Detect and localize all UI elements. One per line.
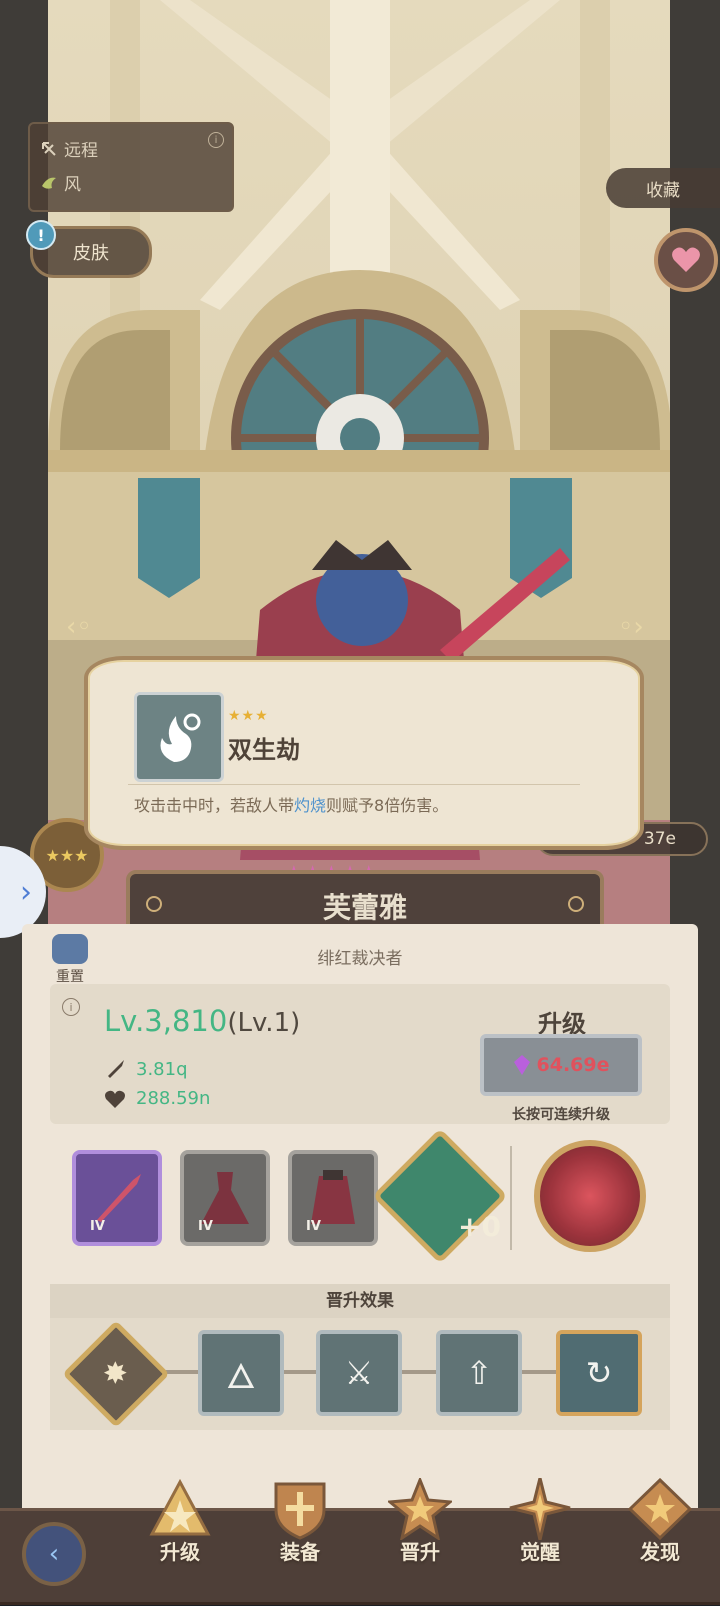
info-icon[interactable]: i [62,998,80,1016]
nav-awaken[interactable]: 觉醒 [495,1478,585,1565]
skill-desc-text: 攻击击中时，若敌人带 [134,796,295,815]
hp-stat: 288.59n [104,1088,210,1109]
heart-icon [672,247,700,272]
nav-equip[interactable]: 装备 [255,1478,345,1565]
bow-icon [42,141,56,156]
hero-name: 芙蕾雅 [322,891,407,924]
chevron-right-icon: › [20,874,32,910]
bottom-navigation [0,1508,720,1605]
arrow-up-icon: ⇧ [465,1354,493,1392]
skill-stars: ★★★ [228,708,269,724]
upgrade-button[interactable]: 64.69e [480,1034,642,1096]
promotion-node-5[interactable]: ↻ [556,1330,642,1416]
next-hero-arrow-icon[interactable]: ◦› [618,612,644,642]
level-value: Lv.3,810 [104,1004,228,1038]
triangle-star-icon [147,1478,213,1540]
equipment-tier: IV [306,1219,321,1234]
hero-type-card[interactable]: 远程 风 i [28,122,234,212]
equipment-slot-core[interactable] [534,1140,646,1252]
sparkle-icon [507,1478,573,1540]
burst-icon: ✸ [103,1356,129,1392]
crystal-icon [513,1055,530,1075]
equipment-slot-weapon[interactable]: IV [72,1150,162,1246]
skill-icon [134,692,224,782]
divider [128,784,580,785]
range-row: 远程 [40,136,98,161]
favorite-button-label: 收藏 [646,180,680,201]
flame-icon [160,713,201,762]
bolt-icon [568,896,584,912]
diamond-star-icon [627,1478,693,1540]
heart-plus-icon [105,1090,125,1108]
equipment-tier: IV [198,1219,213,1234]
upgrade-hint: 长按可连续升级 [512,1107,610,1123]
nav-equip-label: 装备 [280,1540,320,1564]
sword-icon [108,1060,124,1078]
sword-icon [97,1174,141,1222]
star-icon [387,1478,453,1540]
back-arrow-icon: ‹ [48,1539,60,1569]
skin-button-label: 皮肤 [73,243,109,264]
upgrade-cost: 64.69e [536,1054,610,1076]
element-label: 风 [64,175,81,195]
rune-level: +0 [458,1210,501,1243]
swirl-sword-icon: ↻ [585,1354,613,1392]
nav-upgrade-label: 升级 [160,1540,200,1564]
nav-promote[interactable]: 晋升 [375,1478,465,1565]
heart-button[interactable] [654,228,718,292]
skill-title: 双生劫 [228,736,300,764]
range-label: 远程 [64,141,98,161]
nav-promote-label: 晋升 [400,1540,440,1564]
promotion-node-3[interactable]: ⚔ [316,1330,402,1416]
attack-value: 3.81q [136,1058,188,1080]
nav-discover[interactable]: 发现 [615,1478,705,1565]
wind-icon [42,177,56,189]
previous-hero-arrow-icon[interactable]: ‹◦ [66,612,92,642]
skill-desc-keyword[interactable]: 灼烧 [294,796,326,815]
equipment-slot-cape[interactable]: IV [288,1150,378,1246]
equipment-tier: IV [90,1219,105,1234]
favorite-button[interactable]: 收藏 [606,168,720,208]
power-value: 37e [643,829,676,849]
bolt-icon [146,896,162,912]
element-row: 风 [40,170,81,195]
info-icon[interactable]: i [208,132,224,148]
alert-badge-icon: ! [26,220,56,250]
skill-description: 攻击击中时，若敌人带灼烧则赋予8倍伤害。 [134,792,448,816]
hero-subtitle: 绯红裁决者 [317,949,403,969]
nav-upgrade[interactable]: 升级 [135,1478,225,1565]
nav-awaken-label: 觉醒 [520,1540,560,1564]
promotion-node-4[interactable]: ⇧ [436,1330,522,1416]
promotion-node-2[interactable]: 🜂 [198,1330,284,1416]
shield-icon [267,1478,333,1540]
promotion-header: 晋升效果 [50,1284,670,1318]
sword-up-icon: ⚔ [344,1354,374,1392]
equipment-slot-armor[interactable]: IV [180,1150,270,1246]
skill-desc-text: 则赋予8倍伤害。 [326,796,449,815]
hp-value: 288.59n [136,1088,211,1109]
flame-icon: 🜂 [226,1356,256,1397]
nav-discover-label: 发现 [640,1540,680,1564]
level-text: Lv.3,810(Lv.1) [104,1004,300,1038]
level-sub: (Lv.1) [227,1008,301,1038]
skill-tooltip: ★★★ 双生劫 攻击击中时，若敌人带灼烧则赋予8倍伤害。 [84,656,644,850]
back-button[interactable]: ‹ [22,1522,86,1586]
attack-stat: 3.81q [104,1058,188,1080]
divider [510,1146,512,1250]
reset-label: 重置 [56,969,84,985]
